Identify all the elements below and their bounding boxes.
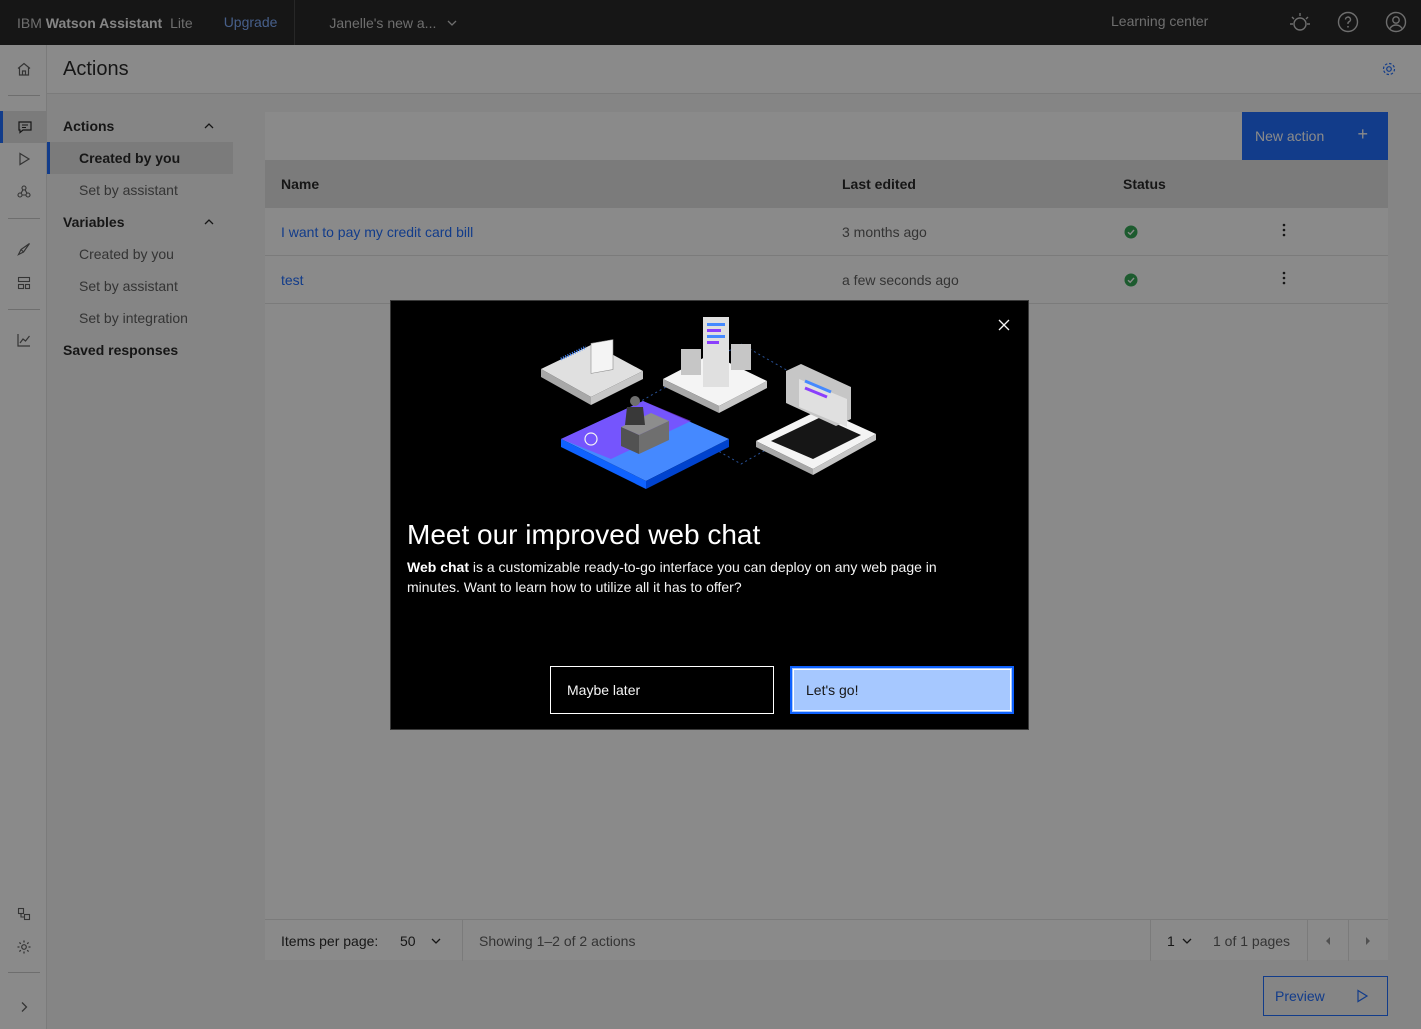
modal-body-bold: Web chat xyxy=(407,559,469,575)
web-chat-modal: Meet our improved web chat Web chat is a… xyxy=(390,300,1029,730)
maybe-later-button[interactable]: Maybe later xyxy=(550,666,774,714)
lets-go-button[interactable]: Let's go! xyxy=(790,666,1014,714)
close-icon[interactable] xyxy=(994,315,1014,335)
modal-body-text: is a customizable ready-to-go interface … xyxy=(407,559,937,595)
modal-body: Web chat is a customizable ready-to-go i… xyxy=(407,557,967,597)
web-chat-illustration xyxy=(541,317,876,489)
modal-title: Meet our improved web chat xyxy=(407,519,761,550)
